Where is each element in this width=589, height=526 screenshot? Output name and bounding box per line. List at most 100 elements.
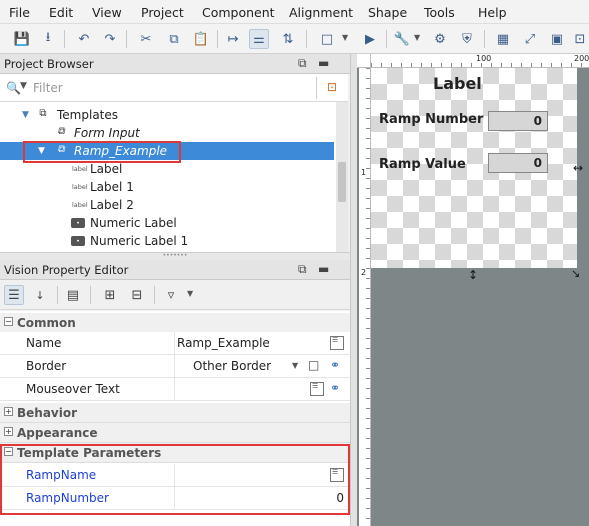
minimize-panel-icon[interactable]: ▬ (318, 262, 329, 276)
category-appearance[interactable]: + Appearance (0, 423, 350, 443)
tree-item-label-2[interactable]: label Label 2 (0, 196, 334, 214)
panel-divider[interactable] (350, 54, 357, 526)
tree-item-label: Label (90, 162, 123, 176)
chevron-down-icon[interactable]: ▼ (414, 33, 420, 42)
menu-shape[interactable]: Shape (368, 5, 407, 20)
project-browser-title: Project Browser (4, 57, 94, 71)
save-icon[interactable]: 💾 (12, 29, 32, 49)
chevron-down-icon[interactable]: ▼ (292, 361, 298, 370)
menu-view[interactable]: View (92, 5, 122, 20)
numeric-label-icon: • (71, 218, 85, 228)
binding-icon[interactable]: ⚭ (330, 358, 340, 372)
edit-icon[interactable]: ☰ (330, 468, 344, 482)
ruler-tick-label: 200 (574, 54, 589, 63)
title-label[interactable]: Label (433, 74, 482, 93)
fit-icon[interactable]: ▦ (493, 29, 513, 49)
tree-scrollbar[interactable] (336, 102, 348, 252)
category-common[interactable]: − Common (0, 313, 350, 333)
ramp-number-field[interactable]: 0 (488, 111, 548, 131)
search-icon: 🔍 (6, 81, 21, 95)
categorized-icon[interactable]: ☰ (4, 285, 24, 305)
align-center-horizontal-icon[interactable]: ↦ (223, 29, 243, 49)
toolbar-separator (90, 286, 91, 304)
align-middle-icon[interactable]: ⇅ (278, 29, 298, 49)
tree-item-label[interactable]: label Label (0, 160, 334, 178)
expand-icon[interactable]: + (4, 407, 13, 416)
show-basic-icon[interactable]: ▤ (63, 285, 83, 305)
edit-icon[interactable]: ☰ (330, 336, 344, 350)
ramp-number-label[interactable]: Ramp Number (379, 112, 483, 127)
category-label: Behavior (17, 406, 78, 420)
numeric-label-icon: • (71, 236, 85, 246)
menu-file[interactable]: File (9, 5, 30, 20)
paste-icon[interactable]: 📋 (191, 29, 211, 49)
chevron-down-icon[interactable]: ▼ (20, 81, 27, 91)
ruler-tick-label: 100 (476, 54, 492, 63)
property-key: Name (26, 336, 62, 350)
play-icon[interactable]: ▶ (360, 29, 380, 49)
property-value[interactable]: 0 (174, 487, 350, 509)
expand-arrow-icon[interactable]: ▼ (22, 106, 29, 124)
sort-alpha-icon[interactable]: ↓ (30, 285, 50, 305)
category-template-parameters[interactable]: − Template Parameters (0, 443, 350, 463)
border-value-text: Other Border (193, 359, 272, 373)
menu-tools[interactable]: Tools (424, 5, 455, 20)
tree-item-label: Form Input (74, 126, 140, 140)
chevron-down-icon[interactable]: ▼ (342, 33, 348, 42)
shield-icon[interactable]: ⛨ (457, 29, 477, 49)
zoom-icon[interactable]: ⊡ (570, 29, 589, 49)
filter-input[interactable]: Filter (33, 81, 63, 95)
locate-icon[interactable]: ⊡ (327, 80, 337, 94)
expand-icon[interactable]: ⤢ (520, 29, 540, 49)
ramp-value-field[interactable]: 0 (488, 153, 548, 173)
collapse-all-icon[interactable]: ⊟ (127, 285, 147, 305)
ramp-value-label[interactable]: Ramp Value (379, 157, 466, 172)
resize-icon[interactable]: ▣ (547, 29, 567, 49)
property-value[interactable]: Ramp_Example (174, 332, 350, 354)
resize-horizontal-handle-icon[interactable]: ↔ (573, 161, 583, 175)
align-center-icon[interactable]: ⚌ (249, 29, 269, 49)
float-panel-icon[interactable]: ⧉ (298, 56, 307, 71)
template-canvas[interactable]: Label Ramp Number 0 Ramp Value 0 (371, 68, 577, 268)
scrollbar-thumb[interactable] (338, 162, 346, 202)
splitter-handle[interactable]: ••••••• (0, 252, 350, 260)
save-all-icon[interactable]: ⭳ (38, 29, 58, 49)
menu-component[interactable]: Component (202, 5, 275, 20)
border-editor-icon[interactable]: □ (308, 358, 319, 372)
menu-alignment[interactable]: Alignment (289, 5, 353, 20)
tree-item-numeric-label-1[interactable]: • Numeric Label 1 (0, 232, 334, 250)
expand-arrow-icon[interactable]: ▼ (38, 142, 45, 160)
property-row-ramp-number: RampNumber 0 (0, 487, 350, 510)
property-value[interactable]: Other Border (174, 355, 350, 377)
float-panel-icon[interactable]: ⧉ (298, 262, 307, 277)
filter-icon[interactable]: ▿ (161, 285, 181, 305)
edit-icon[interactable]: ☰ (310, 382, 324, 396)
tree-item-templates[interactable]: ▼ ⧉ Templates (0, 106, 334, 124)
undo-icon[interactable]: ↶ (74, 29, 94, 49)
tree-item-form-input[interactable]: ⧉ Form Input (0, 124, 334, 142)
redo-icon[interactable]: ↷ (100, 29, 120, 49)
tree-item-label: Ramp_Example (74, 144, 168, 158)
expand-icon[interactable]: + (4, 427, 13, 436)
tree-item-numeric-label[interactable]: • Numeric Label (0, 214, 334, 232)
collapse-icon[interactable]: − (4, 317, 13, 326)
binding-icon[interactable]: ⚭ (330, 381, 340, 395)
expand-all-icon[interactable]: ⊞ (100, 285, 120, 305)
copy-icon[interactable]: ⧉ (164, 29, 184, 49)
chevron-down-icon[interactable]: ▼ (187, 289, 193, 298)
rectangle-icon[interactable]: □ (317, 29, 337, 49)
collapse-icon[interactable]: − (4, 447, 13, 456)
tree-item-label-1[interactable]: label Label 1 (0, 178, 334, 196)
wrench-icon[interactable]: 🔧 (392, 29, 412, 49)
menu-edit[interactable]: Edit (49, 5, 73, 20)
tree-item-ramp-example[interactable]: ▼ ⧉ Ramp_Example (0, 142, 334, 160)
menu-project[interactable]: Project (141, 5, 184, 20)
resize-vertical-handle-icon[interactable]: ↕ (468, 268, 478, 282)
config-icon[interactable]: ⚙ (430, 29, 450, 49)
cut-icon[interactable]: ✂ (136, 29, 156, 49)
resize-corner-handle-icon[interactable]: ↘ (571, 267, 580, 280)
minimize-panel-icon[interactable]: ▬ (318, 56, 329, 70)
category-behavior[interactable]: + Behavior (0, 403, 350, 423)
menu-help[interactable]: Help (478, 5, 507, 20)
property-value[interactable] (174, 464, 350, 486)
